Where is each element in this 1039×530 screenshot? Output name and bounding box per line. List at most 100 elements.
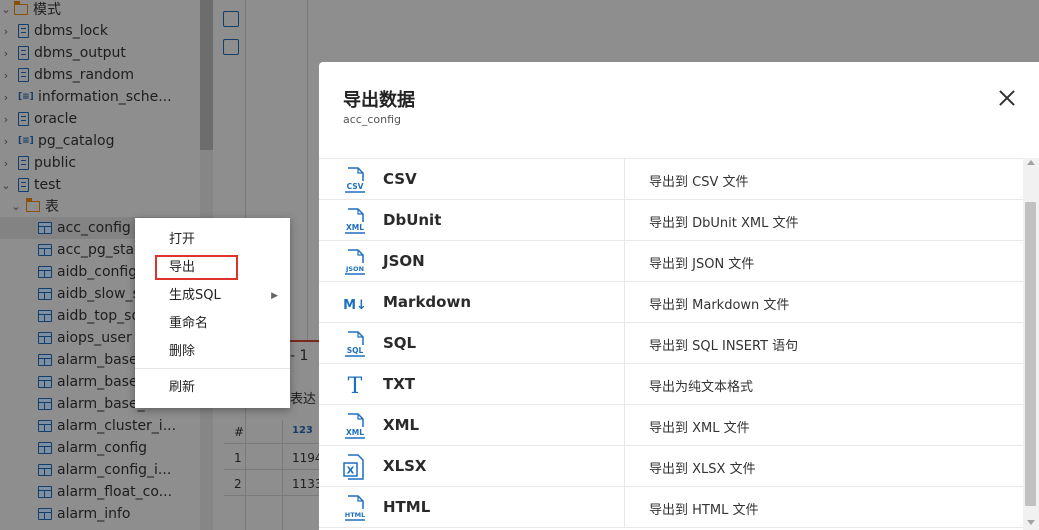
- tree-node-label: pg_catalog: [38, 133, 115, 149]
- properties-icon[interactable]: [223, 11, 239, 27]
- tree-node-table[interactable]: alarm_info: [0, 503, 200, 525]
- menu-item-label: 生成SQL: [169, 288, 221, 303]
- export-format-row-json[interactable]: JSON JSON 导出到 JSON 文件: [319, 241, 1023, 282]
- chevron-down-icon[interactable]: ⌄: [0, 3, 12, 16]
- export-format-row-markdown[interactable]: M↓ Markdown 导出到 Markdown 文件: [319, 282, 1023, 323]
- submenu-arrow-icon: ▶: [271, 291, 278, 301]
- table-icon: [38, 376, 52, 388]
- tree-node-table[interactable]: alarm_config: [0, 437, 200, 459]
- tree-node-schemas[interactable]: ⌄ 模式: [0, 0, 200, 20]
- tree-node-label: alarm_base: [57, 374, 138, 390]
- tree-node-label: aidb_config: [57, 264, 138, 280]
- scrollbar-thumb[interactable]: [1025, 202, 1036, 506]
- tree-node-label: alarm_config_i...: [57, 462, 172, 478]
- tree-node-schema[interactable]: › [≡] pg_catalog: [0, 130, 200, 152]
- column-divider: [624, 159, 625, 199]
- tree-node-schema[interactable]: › dbms_lock: [0, 20, 200, 42]
- row-value: 1194: [292, 451, 323, 465]
- xml-file-icon: XML: [343, 208, 367, 234]
- tree-node-label: dbms_lock: [34, 23, 108, 39]
- table-icon: [38, 508, 52, 520]
- scroll-up-icon[interactable]: [1027, 160, 1035, 165]
- table-icon: [38, 332, 52, 344]
- system-schema-icon: [≡]: [18, 92, 34, 102]
- table-row[interactable]: 1 1194: [224, 446, 323, 470]
- format-description: 导出到 HTML 文件: [649, 503, 759, 518]
- svg-text:T: T: [348, 374, 363, 398]
- export-format-row-xml[interactable]: XML XML 导出到 XML 文件: [319, 405, 1023, 446]
- tree-node-schema[interactable]: ⌄ test: [0, 174, 200, 196]
- chevron-right-icon[interactable]: ›: [0, 113, 12, 126]
- format-description: 导出到 CSV 文件: [649, 175, 749, 190]
- tree-node-table[interactable]: alarm_float_co...: [0, 481, 200, 503]
- scroll-down-icon[interactable]: [1027, 520, 1035, 525]
- grid-header-index: #: [234, 425, 245, 439]
- row-index: 2: [234, 477, 242, 491]
- svg-text:XML: XML: [346, 428, 364, 437]
- tree-node-tables-folder[interactable]: ⌄ 表: [0, 195, 200, 217]
- dialog-subtitle: acc_config: [343, 113, 401, 126]
- chevron-down-icon[interactable]: ⌄: [10, 200, 22, 213]
- format-description: 导出到 XLSX 文件: [649, 462, 756, 477]
- tree-node-label: aiops_user: [57, 330, 132, 346]
- format-name: JSON: [383, 252, 425, 270]
- format-description: 导出到 DbUnit XML 文件: [649, 216, 799, 231]
- chevron-right-icon[interactable]: ›: [0, 157, 12, 170]
- chevron-right-icon[interactable]: ›: [0, 25, 12, 38]
- export-format-row-csv[interactable]: CSV CSV 导出到 CSV 文件: [319, 159, 1023, 200]
- close-icon[interactable]: [995, 86, 1019, 110]
- tree-node-table[interactable]: alarm_config_i...: [0, 459, 200, 481]
- format-name: XLSX: [383, 457, 427, 475]
- html-file-icon: HTML: [343, 495, 367, 521]
- chevron-right-icon[interactable]: ›: [0, 47, 12, 60]
- pagination-text: - 1: [290, 348, 309, 364]
- svg-text:JSON: JSON: [345, 265, 364, 273]
- column-divider: [624, 323, 625, 363]
- column-divider: [624, 364, 625, 404]
- export-format-row-xlsx[interactable]: X XLSX 导出到 XLSX 文件: [319, 446, 1023, 487]
- format-name: XML: [383, 416, 420, 434]
- menu-item-open[interactable]: 打开: [135, 227, 290, 253]
- menu-item-delete[interactable]: 删除: [135, 339, 290, 365]
- chevron-down-icon[interactable]: ⌄: [0, 179, 12, 192]
- tree-node-label: alarm_cluster_i...: [57, 418, 177, 434]
- export-format-row-sql[interactable]: SQL SQL 导出到 SQL INSERT 语句: [319, 323, 1023, 364]
- column-divider: [624, 282, 625, 322]
- tree-node-schema[interactable]: › [≡] information_sche...: [0, 86, 200, 108]
- export-format-row-html[interactable]: HTML HTML 导出到 HTML 文件: [319, 487, 1023, 528]
- table-row[interactable]: 2 1133: [224, 472, 323, 496]
- grid-column-divider: [282, 420, 283, 530]
- chevron-right-icon[interactable]: ›: [0, 69, 12, 82]
- format-list-scrollbar[interactable]: [1023, 158, 1039, 530]
- column-divider: [624, 241, 625, 281]
- menu-item-refresh[interactable]: 刷新: [135, 375, 290, 401]
- export-format-list: CSV CSV 导出到 CSV 文件 XML DbUnit 导出到 DbUnit XML …: [319, 158, 1023, 530]
- table-icon: [38, 486, 52, 498]
- format-description: 导出为纯文本格式: [649, 380, 754, 395]
- tree-node-label: 模式: [33, 2, 61, 18]
- export-format-row-txt[interactable]: T TXT 导出为纯文本格式: [319, 364, 1023, 405]
- svg-text:SQL: SQL: [347, 346, 364, 355]
- json-file-icon: JSON: [343, 249, 367, 275]
- menu-item-rename[interactable]: 重命名: [135, 311, 290, 337]
- tree-node-schema[interactable]: › oracle: [0, 108, 200, 130]
- row-value: 1133: [292, 477, 323, 491]
- table-icon: [38, 288, 52, 300]
- export-format-row-dbunit[interactable]: XML DbUnit 导出到 DbUnit XML 文件: [319, 200, 1023, 241]
- chevron-right-icon[interactable]: ›: [0, 135, 12, 148]
- tree-node-schema[interactable]: › public: [0, 152, 200, 174]
- menu-item-generate-sql[interactable]: 生成SQL ▶: [135, 283, 290, 309]
- table-icon: [38, 442, 52, 454]
- tree-node-label: test: [34, 177, 61, 193]
- chevron-right-icon[interactable]: ›: [0, 91, 12, 104]
- tree-node-schema[interactable]: › dbms_output: [0, 42, 200, 64]
- tree-node-label: alarm_info: [57, 506, 131, 522]
- tree-node-label: dbms_output: [34, 45, 126, 61]
- tree-node-table[interactable]: alarm_cluster_i...: [0, 415, 200, 437]
- tree-node-label: public: [34, 155, 77, 171]
- scrollbar-thumb[interactable]: [200, 0, 213, 150]
- document-icon[interactable]: [223, 39, 239, 55]
- tree-node-schema[interactable]: › dbms_random: [0, 64, 200, 86]
- format-description: 导出到 SQL INSERT 语句: [649, 339, 799, 354]
- tree-node-label: acc_pg_sta: [57, 242, 135, 258]
